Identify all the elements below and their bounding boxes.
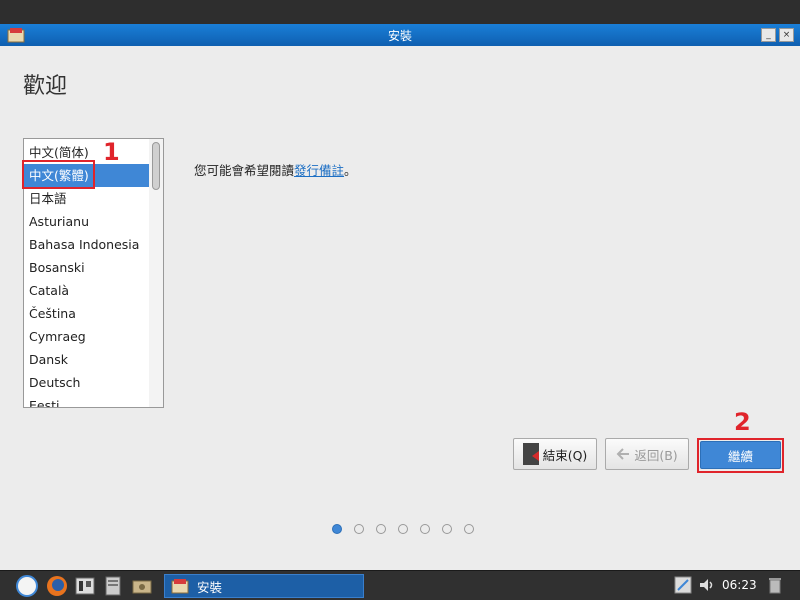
back-button[interactable]: 返回(B) [605,438,689,470]
firefox-icon[interactable] [46,575,68,597]
list-item[interactable]: Čeština [24,302,150,325]
installer-window: 歡迎 中文(简体) 中文(繁體) 日本語 Asturianu Bahasa In… [0,46,800,570]
taskbar-task-label: 安裝 [197,579,223,595]
back-label: 返回(B) [634,447,678,463]
network-icon[interactable] [674,576,692,594]
annotation-box-1 [22,160,95,189]
list-item[interactable]: Català [24,279,150,302]
step-dot [398,524,408,534]
release-notes-link[interactable]: 發行備註 [294,163,344,178]
list-item[interactable]: Asturianu [24,210,150,233]
list-scrollbar[interactable] [149,139,163,407]
top-panel [0,0,800,24]
terminal-icon[interactable] [102,575,124,597]
start-menu-icon[interactable] [16,575,38,597]
step-dot [464,524,474,534]
step-indicator [332,524,474,534]
list-item[interactable]: Eesti [24,394,150,407]
file-manager-icon[interactable] [131,575,153,597]
step-dot-active [332,524,342,534]
list-item[interactable]: Bosanski [24,256,150,279]
list-item[interactable]: Dansk [24,348,150,371]
scrollbar-thumb[interactable] [152,142,160,190]
step-dot [354,524,364,534]
back-arrow-icon [616,448,630,460]
step-dot [442,524,452,534]
close-button[interactable]: × [779,28,794,42]
release-notes-prefix: 您可能會希望閱讀 [194,163,295,178]
quit-button[interactable]: 結束(Q) [513,438,597,470]
release-notes-suffix: 。 [344,163,357,178]
list-item[interactable]: Bahasa Indonesia [24,233,150,256]
exit-icon [522,443,539,465]
list-item[interactable]: 日本語 [24,187,150,210]
annotation-number-1: 1 [103,138,120,166]
page-title: 歡迎 [23,74,68,99]
software-center-icon[interactable] [74,575,96,597]
window-titlebar[interactable]: 安裝 _ × [0,24,800,46]
taskbar: 安裝 06:23 [0,570,800,600]
trash-icon[interactable] [766,576,784,594]
clock: 06:23 [722,578,757,592]
annotation-number-2: 2 [734,408,751,436]
list-item[interactable]: Cymraeg [24,325,150,348]
taskbar-task-installer[interactable]: 安裝 [164,574,364,598]
release-notes-text: 您可能會希望閱讀發行備註。 [194,160,357,179]
annotation-box-2 [697,438,784,473]
step-dot [376,524,386,534]
quit-label: 結束(Q) [542,447,588,463]
installer-icon [171,579,189,594]
list-item[interactable]: Deutsch [24,371,150,394]
volume-icon[interactable] [698,576,716,594]
window-title: 安裝 [387,29,412,43]
step-dot [420,524,430,534]
minimize-button[interactable]: _ [761,28,776,42]
